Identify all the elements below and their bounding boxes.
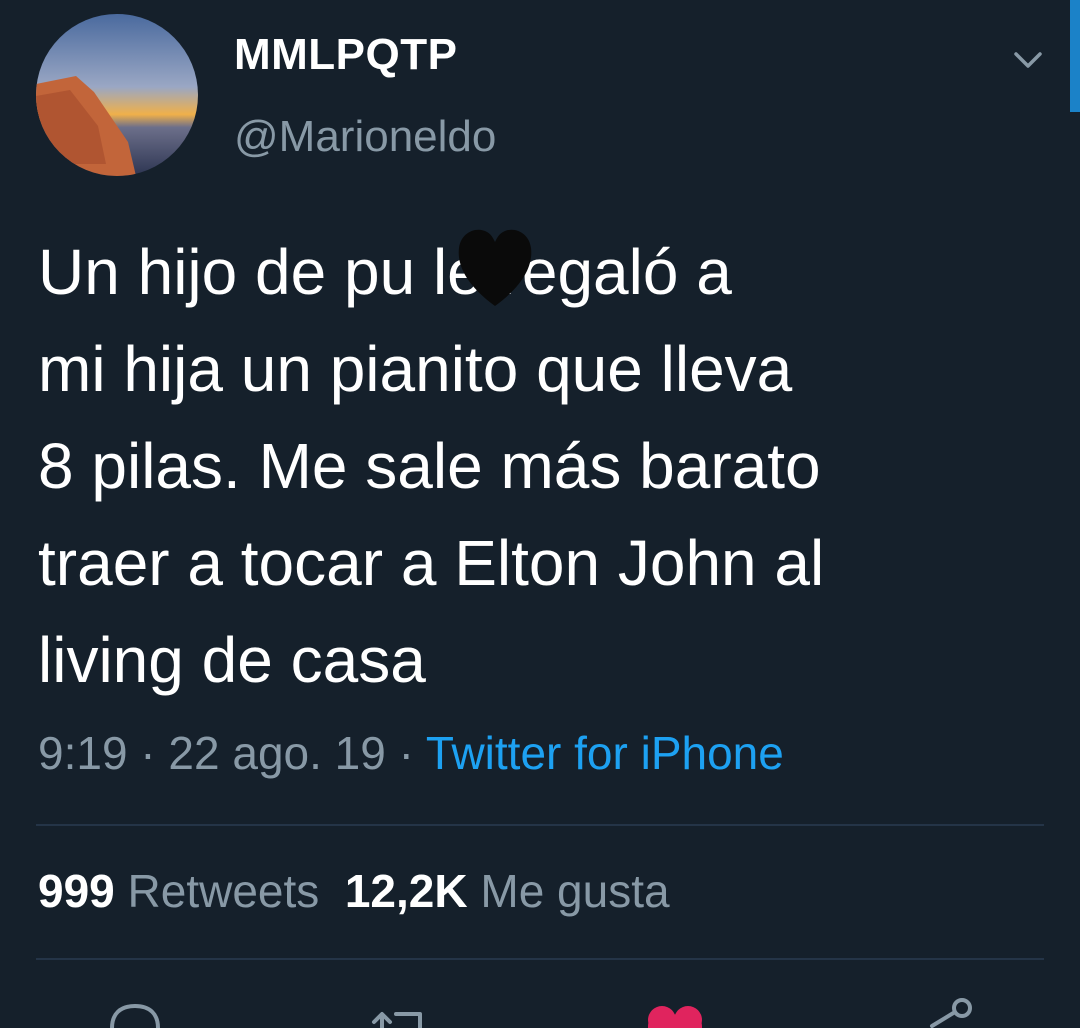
likes-count: 12,2K: [344, 865, 468, 917]
divider: [36, 958, 1044, 960]
tweet-text-line1-start: Un hijo de pu: [38, 236, 416, 308]
retweets-label: Retweets: [127, 865, 320, 917]
share-icon[interactable]: [912, 990, 982, 1028]
heart-icon[interactable]: [640, 990, 710, 1028]
tweet-text: Un hijo de pu le regaló a mi hija un pia…: [38, 224, 1048, 709]
meta-separator: ·: [127, 727, 169, 779]
avatar[interactable]: [36, 14, 198, 176]
display-name[interactable]: MMLPQTP: [234, 30, 457, 80]
retweet-icon[interactable]: [366, 990, 436, 1028]
likes-stat[interactable]: 12,2K Me gusta: [345, 865, 670, 917]
scrollbar-accent: [1070, 0, 1080, 112]
tweet-meta: 9:19 · 22 ago. 19 · Twitter for iPhone: [38, 726, 784, 780]
likes-label: Me gusta: [480, 865, 670, 917]
reply-icon[interactable]: [100, 990, 170, 1028]
divider: [36, 824, 1044, 826]
retweets-count: 999: [38, 865, 115, 917]
meta-separator: ·: [385, 727, 426, 779]
tweet-stats: 999 Retweets 12,2K Me gusta: [38, 864, 670, 918]
tweet-source-link[interactable]: Twitter for iPhone: [426, 727, 784, 779]
user-handle[interactable]: @Marioneldo: [234, 112, 496, 162]
action-bar: [0, 990, 1080, 1028]
tweet-text-rest: mi hija un pianito que lleva 8 pilas. Me…: [38, 333, 825, 696]
censor-heart-icon: [458, 229, 532, 306]
retweets-stat[interactable]: 999 Retweets: [38, 865, 319, 917]
chevron-down-icon[interactable]: [1008, 40, 1048, 80]
avatar-image: [36, 14, 198, 176]
tweet-time: 9:19: [38, 727, 128, 779]
tweet-card: MMLPQTP @Marioneldo Un hijo de pu le reg…: [0, 0, 1080, 1028]
tweet-date: 22 ago. 19: [168, 727, 386, 779]
